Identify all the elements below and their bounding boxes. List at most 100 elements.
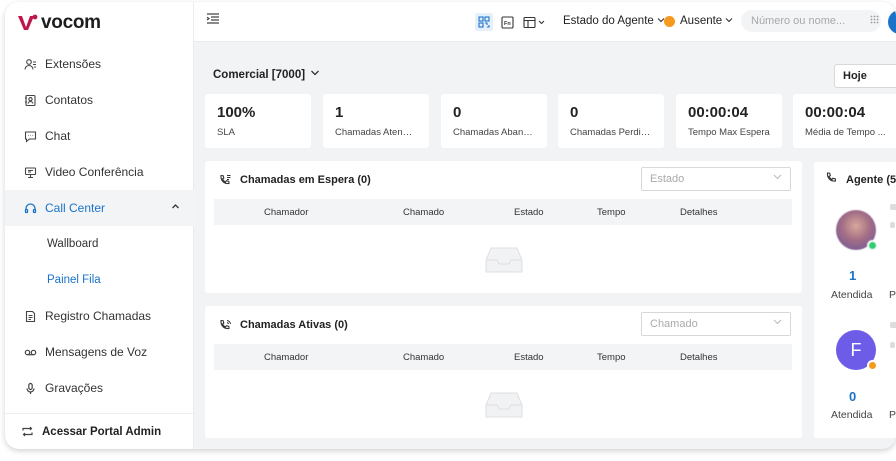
stat-value: 100% xyxy=(217,104,256,121)
sidebar-item-label: Registro Chamadas xyxy=(45,309,152,323)
sidebar-item-label: Mensagens de Voz xyxy=(45,345,148,359)
sidebar-item-call-center[interactable]: Call Center xyxy=(5,190,194,226)
agent-answered-label: Atendida xyxy=(831,289,873,301)
column-header[interactable]: Detalhes xyxy=(680,207,718,218)
column-header[interactable]: Estado xyxy=(514,207,544,218)
state-filter-select[interactable]: Estado xyxy=(641,167,791,191)
sidebar-item-chat[interactable]: Chat xyxy=(5,118,194,154)
sidebar-item-video-conferencia[interactable]: Video Conferência xyxy=(5,154,194,190)
admin-portal-label: Acessar Portal Admin xyxy=(42,425,162,438)
phone-active-icon xyxy=(219,319,232,337)
sidebar-item-label: Gravações xyxy=(45,381,104,395)
stat-card-abandoned: 0 Chamadas Aband... xyxy=(441,94,547,148)
avatar-initial: F xyxy=(850,339,862,360)
panel-header: Agente (5 xyxy=(826,172,896,187)
period-select[interactable]: Hoje xyxy=(834,64,896,88)
qrcode-icon[interactable] xyxy=(475,13,493,31)
status-dropdown[interactable]: Ausente xyxy=(680,15,733,27)
redacted-text xyxy=(890,322,896,328)
logo[interactable]: vocom xyxy=(17,11,101,35)
admin-portal-button[interactable]: Acessar Portal Admin xyxy=(5,413,194,449)
stat-label: Tempo Max Espera xyxy=(688,127,770,138)
stat-card-answered: 1 Chamadas Atendi... xyxy=(323,94,429,148)
filter-placeholder: Chamado xyxy=(650,318,698,330)
column-header[interactable]: Detalhes xyxy=(680,352,718,363)
stat-value: 1 xyxy=(335,104,344,121)
stat-label: Média de Tempo ... xyxy=(805,127,886,138)
stat-card-avg-time: 00:00:04 Média de Tempo ... xyxy=(793,94,896,148)
sidebar-item-label: Call Center xyxy=(45,201,106,215)
agent-answered-count: 0 xyxy=(849,389,857,404)
agent-state-dropdown[interactable]: Estado do Agente xyxy=(563,15,665,27)
column-header[interactable]: Tempo xyxy=(597,352,626,363)
redacted-text xyxy=(890,204,896,210)
phone-waiting-icon xyxy=(219,174,232,192)
sidebar-item-mensagens-de-voz[interactable]: Mensagens de Voz xyxy=(5,334,194,370)
sidebar: vocom Extensões Contatos Chat Video Conf… xyxy=(5,2,194,449)
menu-collapse-icon[interactable] xyxy=(206,12,220,30)
table-header: Chamador Chamado Estado Tempo Detalhes xyxy=(214,344,792,370)
panel-title: Chamadas Ativas (0) xyxy=(240,319,348,331)
svg-text:Fn: Fn xyxy=(504,21,511,27)
stat-label: Chamadas Perdid... xyxy=(570,127,652,138)
column-header[interactable]: Chamado xyxy=(403,352,444,363)
users-icon xyxy=(23,57,37,71)
agent-state-label: Estado do Agente xyxy=(563,15,654,28)
log-icon xyxy=(23,309,37,323)
empty-inbox-icon xyxy=(485,390,523,425)
stat-label: Chamadas Aband... xyxy=(453,127,535,138)
stat-value: 00:00:04 xyxy=(805,104,866,121)
sidebar-item-registro-chamadas[interactable]: Registro Chamadas xyxy=(5,298,194,334)
dial-search-input[interactable] xyxy=(741,10,881,32)
panel-header: Chamadas Ativas (0) Chamado xyxy=(205,306,802,344)
stat-label: SLA xyxy=(217,127,235,138)
redacted-text xyxy=(890,222,895,228)
sidebar-subitem-painel-fila[interactable]: Painel Fila xyxy=(5,262,194,298)
column-header[interactable]: Chamado xyxy=(403,207,444,218)
sidebar-subitem-label: Wallboard xyxy=(47,238,99,250)
headset-icon xyxy=(23,201,37,215)
queue-dropdown[interactable]: Comercial [7000] xyxy=(213,68,320,81)
chevron-down-icon xyxy=(773,313,782,335)
online-status-icon xyxy=(867,240,878,251)
stat-value: 0 xyxy=(570,104,579,121)
column-header[interactable]: Tempo xyxy=(597,207,626,218)
sidebar-item-extensoes[interactable]: Extensões xyxy=(5,46,194,82)
vocom-logo-icon xyxy=(17,13,39,33)
sidebar-item-gravacoes[interactable]: Gravações xyxy=(5,370,194,406)
table-header: Chamador Chamado Estado Tempo Detalhes xyxy=(214,199,792,225)
sidebar-item-label: Video Conferência xyxy=(45,165,144,179)
waiting-calls-panel: Chamadas em Espera (0) Estado Chamador C… xyxy=(205,161,802,293)
chat-icon xyxy=(23,129,37,143)
away-status-icon xyxy=(867,360,878,371)
column-header[interactable]: Chamador xyxy=(264,207,308,218)
called-filter-select[interactable]: Chamado xyxy=(641,312,791,336)
away-status-icon xyxy=(664,16,675,27)
sidebar-item-label: Chat xyxy=(45,129,71,143)
microphone-icon xyxy=(23,381,37,395)
main-content: Comercial [7000] Hoje 100% SLA 1 Chamada… xyxy=(194,42,896,449)
dialpad-icon[interactable] xyxy=(870,15,879,27)
layout-dropdown-icon[interactable] xyxy=(523,13,549,31)
stat-label: Chamadas Atendi... xyxy=(335,127,417,138)
agent-avatar[interactable] xyxy=(836,210,878,251)
column-header[interactable]: Estado xyxy=(514,352,544,363)
sidebar-item-contatos[interactable]: Contatos xyxy=(5,82,194,118)
agent-answered-count: 1 xyxy=(849,268,857,283)
column-header[interactable]: Chamador xyxy=(264,352,308,363)
app-window: vocom Extensões Contatos Chat Video Conf… xyxy=(5,2,896,449)
agent-avatar[interactable]: F xyxy=(836,330,878,371)
chevron-down-icon xyxy=(310,68,320,81)
active-calls-panel: Chamadas Ativas (0) Chamado Chamador Cha… xyxy=(205,306,802,438)
empty-inbox-icon xyxy=(485,245,523,280)
call-button[interactable] xyxy=(888,10,896,34)
stat-value: 0 xyxy=(453,104,462,121)
sidebar-subitem-wallboard[interactable]: Wallboard xyxy=(5,226,194,262)
stat-card-missed: 0 Chamadas Perdid... xyxy=(558,94,664,148)
chevron-down-icon xyxy=(725,15,733,27)
period-label: Hoje xyxy=(843,70,867,82)
chevron-up-icon[interactable] xyxy=(171,202,180,214)
fn-keys-icon[interactable]: Fn xyxy=(498,13,516,31)
brand-name: vocom xyxy=(41,12,101,33)
redacted-text xyxy=(890,342,895,348)
